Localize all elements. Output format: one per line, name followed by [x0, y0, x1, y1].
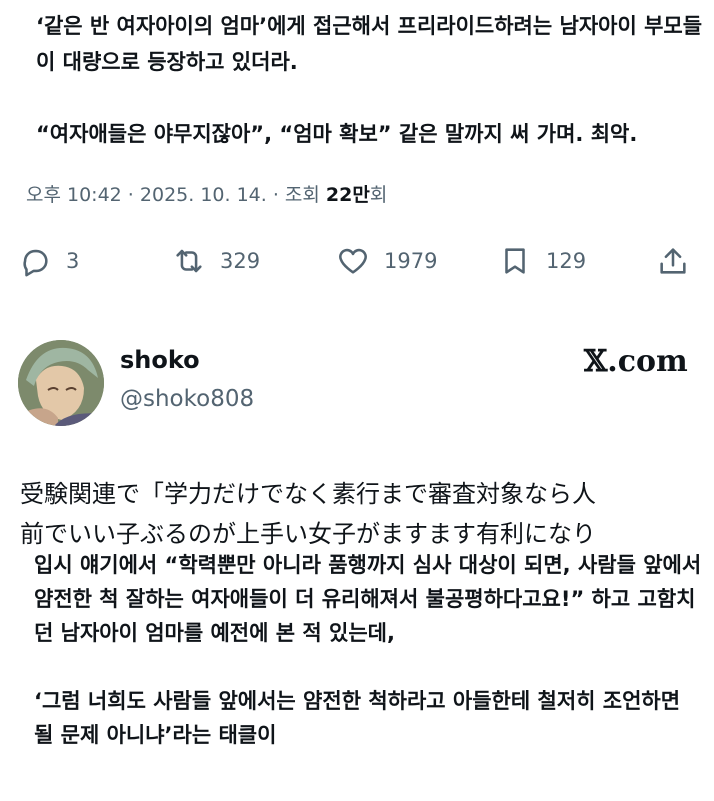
meta-separator: · — [266, 184, 285, 206]
tweet-metadata: 오후 10:42 · 2025. 10. 14. · 조회 22만회 — [26, 180, 387, 207]
bookmark-button[interactable]: 129 — [498, 236, 586, 286]
avatar[interactable] — [18, 340, 104, 426]
tweet-time[interactable]: 오후 10:42 — [26, 184, 122, 206]
korean-translation-text: 입시 얘기에서 “학력뿐만 아니라 품행까지 심사 대상이 되면, 사람들 앞에… — [34, 548, 706, 752]
japanese-line: 受験関連で「学力だけでなく素行まで審査対象なら人 — [20, 480, 596, 508]
reply-count: 3 — [66, 249, 80, 273]
tweet-date[interactable]: 2025. 10. 14. — [140, 184, 267, 206]
bookmark-icon — [505, 248, 525, 274]
share-icon — [660, 248, 686, 274]
x-brand-logo: 𝕏.com — [584, 344, 688, 379]
meta-separator: · — [121, 184, 140, 206]
quoted-tweet-original-text: 受験関連で「学力だけでなく素行まで審査対象なら人 前でいい子ぶるのが上手い女子が… — [20, 474, 710, 554]
views-label: 조회 — [284, 184, 326, 206]
like-button[interactable]: 1979 — [336, 236, 437, 286]
retweet-count: 329 — [220, 249, 261, 273]
reply-icon — [23, 249, 48, 277]
avatar-image — [18, 340, 104, 426]
tweet-text: ‘같은 반 여자아이의 엄마’에게 접근해서 프리라이드하려는 남자아이 부모들… — [36, 14, 703, 146]
share-button[interactable] — [656, 236, 690, 286]
like-count: 1979 — [384, 249, 438, 273]
display-name[interactable]: shoko — [120, 346, 200, 374]
bookmark-count: 129 — [546, 249, 587, 273]
views-count: 22만 — [325, 184, 370, 206]
retweet-button[interactable]: 329 — [172, 236, 260, 286]
reply-button[interactable]: 3 — [18, 236, 79, 286]
user-handle[interactable]: @shoko808 — [120, 386, 254, 412]
views-suffix: 회 — [369, 184, 388, 206]
heart-icon — [339, 248, 367, 274]
retweet-icon — [176, 249, 202, 273]
tweet-action-bar: 3 329 1979 129 — [0, 236, 714, 286]
